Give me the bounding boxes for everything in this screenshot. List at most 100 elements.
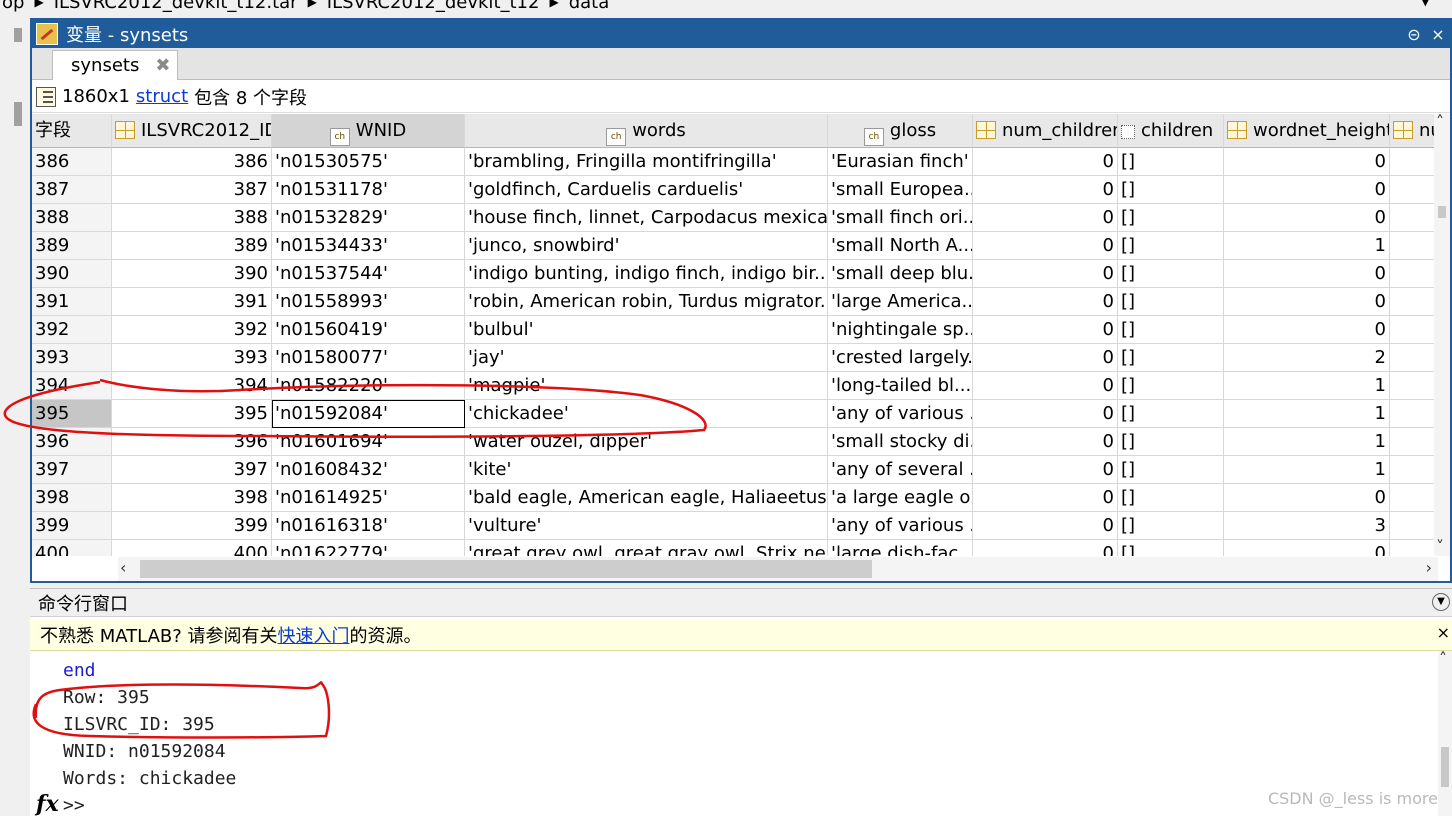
table-cell[interactable] bbox=[1390, 372, 1436, 400]
table-cell[interactable] bbox=[1390, 428, 1436, 456]
breadcrumb-item[interactable]: ILSVRC2012_devkit_t12 bbox=[327, 0, 540, 13]
table-cell[interactable]: [] bbox=[1118, 540, 1224, 556]
row-header[interactable]: 392 bbox=[32, 316, 112, 344]
table-cell[interactable]: 1 bbox=[1224, 400, 1390, 428]
table-cell[interactable]: 0 bbox=[973, 456, 1118, 484]
table-cell[interactable]: 'robin, American robin, Turdus migrator.… bbox=[465, 288, 828, 316]
table-cell[interactable]: 399 bbox=[112, 512, 272, 540]
table-cell[interactable]: 'bulbul' bbox=[465, 316, 828, 344]
table-cell[interactable]: 0 bbox=[973, 316, 1118, 344]
table-cell[interactable]: 0 bbox=[1224, 484, 1390, 512]
table-cell[interactable]: 'jay' bbox=[465, 344, 828, 372]
table-cell[interactable]: [] bbox=[1118, 344, 1224, 372]
table-cell[interactable]: 'small North A... bbox=[828, 232, 973, 260]
table-row[interactable]: 399 399'n01616318''vulture''any of variou… bbox=[32, 512, 1436, 540]
command-prompt[interactable]: >> bbox=[63, 795, 85, 816]
table-cell[interactable]: [] bbox=[1118, 148, 1224, 176]
table-cell[interactable]: 'n01534433' bbox=[272, 232, 465, 260]
command-window-titlebar[interactable]: 命令行窗口 ▼ bbox=[30, 589, 1452, 617]
table-cell[interactable]: 0 bbox=[973, 288, 1118, 316]
scroll-left-icon[interactable]: ‹ bbox=[120, 558, 126, 577]
table-cell[interactable]: 'magpie' bbox=[465, 372, 828, 400]
table-cell[interactable]: 'n01608432' bbox=[272, 456, 465, 484]
table-cell[interactable] bbox=[1390, 344, 1436, 372]
close-tab-icon[interactable]: ✖ bbox=[155, 55, 170, 76]
table-cell[interactable]: 'great grey owl, great gray owl, Strix n… bbox=[465, 540, 828, 556]
table-cell[interactable]: 'large dish-fac... bbox=[828, 540, 973, 556]
table-cell[interactable]: 'n01530575' bbox=[272, 148, 465, 176]
table-cell[interactable]: 393 bbox=[112, 344, 272, 372]
tab-synsets[interactable]: synsets ✖ bbox=[52, 50, 178, 80]
scroll-right-icon[interactable]: › bbox=[1426, 558, 1432, 577]
table-cell[interactable]: 'chickadee' bbox=[465, 400, 828, 428]
table-cell[interactable]: [] bbox=[1118, 456, 1224, 484]
table-cell[interactable]: 'water ouzel, dipper' bbox=[465, 428, 828, 456]
options-icon[interactable]: ⊝ bbox=[1402, 22, 1426, 46]
table-cell[interactable] bbox=[1390, 512, 1436, 540]
table-cell[interactable]: 1 bbox=[1224, 372, 1390, 400]
table-row[interactable]: 389 389'n01534433''junco, snowbird''small… bbox=[32, 232, 1436, 260]
table-cell[interactable]: 1 bbox=[1224, 456, 1390, 484]
fx-icon[interactable]: fx bbox=[36, 791, 59, 816]
row-header[interactable]: 390 bbox=[32, 260, 112, 288]
table-cell[interactable]: 'n01560419' bbox=[272, 316, 465, 344]
table-cell[interactable] bbox=[1390, 232, 1436, 260]
close-icon[interactable]: × bbox=[1426, 22, 1450, 46]
scroll-thumb[interactable] bbox=[140, 560, 872, 578]
breadcrumb-item[interactable]: data bbox=[569, 0, 610, 13]
table-cell[interactable]: [] bbox=[1118, 400, 1224, 428]
table-cell[interactable]: 'any of several ... bbox=[828, 456, 973, 484]
table-cell[interactable]: 'bald eagle, American eagle, Haliaeetus … bbox=[465, 484, 828, 512]
table-cell[interactable]: 'any of various ... bbox=[828, 512, 973, 540]
row-header[interactable]: 395 bbox=[32, 400, 112, 428]
table-cell[interactable]: 400 bbox=[112, 540, 272, 556]
table-cell[interactable]: 'small finch ori... bbox=[828, 204, 973, 232]
table-cell[interactable]: 0 bbox=[973, 428, 1118, 456]
table-cell[interactable]: 394 bbox=[112, 372, 272, 400]
table-cell[interactable]: 0 bbox=[1224, 288, 1390, 316]
column-header[interactable]: nu bbox=[1390, 114, 1436, 148]
table-row[interactable]: 388 388'n01532829''house finch, linnet, C… bbox=[32, 204, 1436, 232]
row-header[interactable]: 388 bbox=[32, 204, 112, 232]
table-cell[interactable]: 0 bbox=[973, 540, 1118, 556]
column-header[interactable]: ch gloss bbox=[828, 114, 973, 148]
table-cell[interactable]: 389 bbox=[112, 232, 272, 260]
table-cell[interactable]: 0 bbox=[1224, 148, 1390, 176]
table-row[interactable]: 391 391'n01558993''robin, American robin,… bbox=[32, 288, 1436, 316]
table-cell[interactable] bbox=[1390, 484, 1436, 512]
table-cell[interactable]: 'n01532829' bbox=[272, 204, 465, 232]
table-row[interactable]: 393 393'n01580077''jay''crested largely..… bbox=[32, 344, 1436, 372]
row-header[interactable]: 393 bbox=[32, 344, 112, 372]
table-cell[interactable]: [] bbox=[1118, 176, 1224, 204]
row-header[interactable]: 389 bbox=[32, 232, 112, 260]
table-cell[interactable] bbox=[1390, 204, 1436, 232]
quick-start-link[interactable]: 快速入门 bbox=[278, 622, 350, 648]
table-cell[interactable] bbox=[1390, 400, 1436, 428]
column-header[interactable]: num_children bbox=[973, 114, 1118, 148]
table-cell[interactable]: 1 bbox=[1224, 428, 1390, 456]
table-cell[interactable]: 1 bbox=[1224, 232, 1390, 260]
table-cell[interactable]: 'n01558993' bbox=[272, 288, 465, 316]
close-icon[interactable]: × bbox=[1437, 623, 1450, 642]
row-header[interactable]: 387 bbox=[32, 176, 112, 204]
scroll-thumb[interactable] bbox=[1441, 747, 1449, 787]
table-cell[interactable]: [] bbox=[1118, 372, 1224, 400]
table-cell[interactable]: 391 bbox=[112, 288, 272, 316]
row-header[interactable]: 391 bbox=[32, 288, 112, 316]
table-cell[interactable]: 'small deep blu... bbox=[828, 260, 973, 288]
table-cell[interactable] bbox=[1390, 316, 1436, 344]
row-header[interactable]: 398 bbox=[32, 484, 112, 512]
table-cell[interactable]: 0 bbox=[1224, 204, 1390, 232]
table-cell[interactable]: 'crested largely... bbox=[828, 344, 973, 372]
scroll-up-icon[interactable]: ˄ bbox=[1439, 649, 1447, 668]
table-cell[interactable]: 'house finch, linnet, Carpodacus mexica.… bbox=[465, 204, 828, 232]
table-row[interactable]: 394 394'n01582220''magpie''long-tailed bl… bbox=[32, 372, 1436, 400]
table-cell[interactable]: 'n01601694' bbox=[272, 428, 465, 456]
command-output[interactable]: fx end end Row: 395 ILSVRC_ID: 395 WNID: n01… bbox=[30, 651, 1452, 816]
table-cell[interactable]: 'n01622779' bbox=[272, 540, 465, 556]
table-cell[interactable]: 'small Europea... bbox=[828, 176, 973, 204]
table-cell[interactable]: 0 bbox=[973, 344, 1118, 372]
options-icon[interactable]: ▼ bbox=[1432, 593, 1450, 611]
table-row[interactable]: 396 396'n01601694''water ouzel, dipper''s… bbox=[32, 428, 1436, 456]
struct-link[interactable]: struct bbox=[136, 86, 188, 107]
